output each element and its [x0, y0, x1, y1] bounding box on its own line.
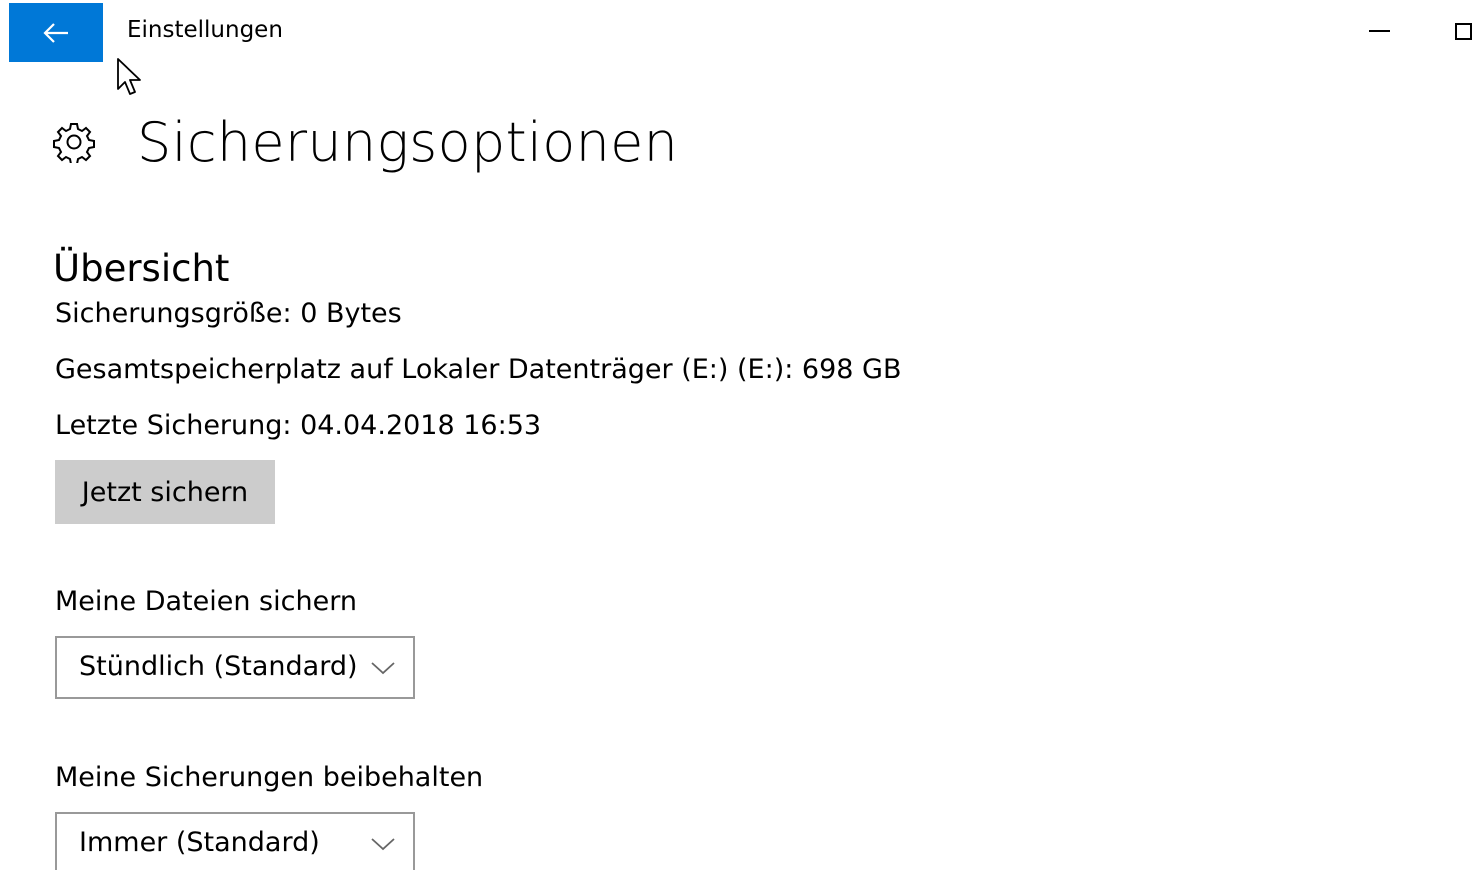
gear-icon — [53, 123, 95, 163]
backup-frequency-dropdown[interactable]: Stündlich (Standard) — [55, 636, 415, 699]
back-button[interactable] — [9, 3, 103, 62]
last-backup-text: Letzte Sicherung: 04.04.2018 16:53 — [55, 410, 542, 441]
maximize-icon — [1454, 22, 1472, 40]
overview-heading: Übersicht — [53, 247, 230, 290]
backup-frequency-value: Stündlich (Standard) — [79, 651, 358, 682]
minimize-button[interactable] — [1350, 8, 1408, 54]
backup-frequency-label: Meine Dateien sichern — [55, 586, 357, 617]
backup-size-text: Sicherungsgröße: 0 Bytes — [55, 298, 402, 329]
minimize-icon — [1368, 30, 1390, 32]
maximize-button[interactable] — [1446, 8, 1480, 54]
app-title: Einstellungen — [127, 17, 283, 43]
chevron-down-icon — [371, 662, 395, 675]
retention-value: Immer (Standard) — [79, 827, 320, 858]
page-title: Sicherungsoptionen — [137, 111, 679, 174]
backup-now-button[interactable]: Jetzt sichern — [55, 460, 275, 524]
settings-window: Einstellungen Sicherungsoptionen Übersic… — [0, 0, 1480, 870]
chevron-down-icon — [371, 838, 395, 851]
arrow-left-icon — [43, 22, 68, 43]
retention-dropdown[interactable]: Immer (Standard) — [55, 812, 415, 870]
total-space-text: Gesamtspeicherplatz auf Lokaler Datenträ… — [55, 354, 902, 385]
retention-label: Meine Sicherungen beibehalten — [55, 762, 484, 793]
mouse-pointer-icon — [117, 58, 141, 95]
